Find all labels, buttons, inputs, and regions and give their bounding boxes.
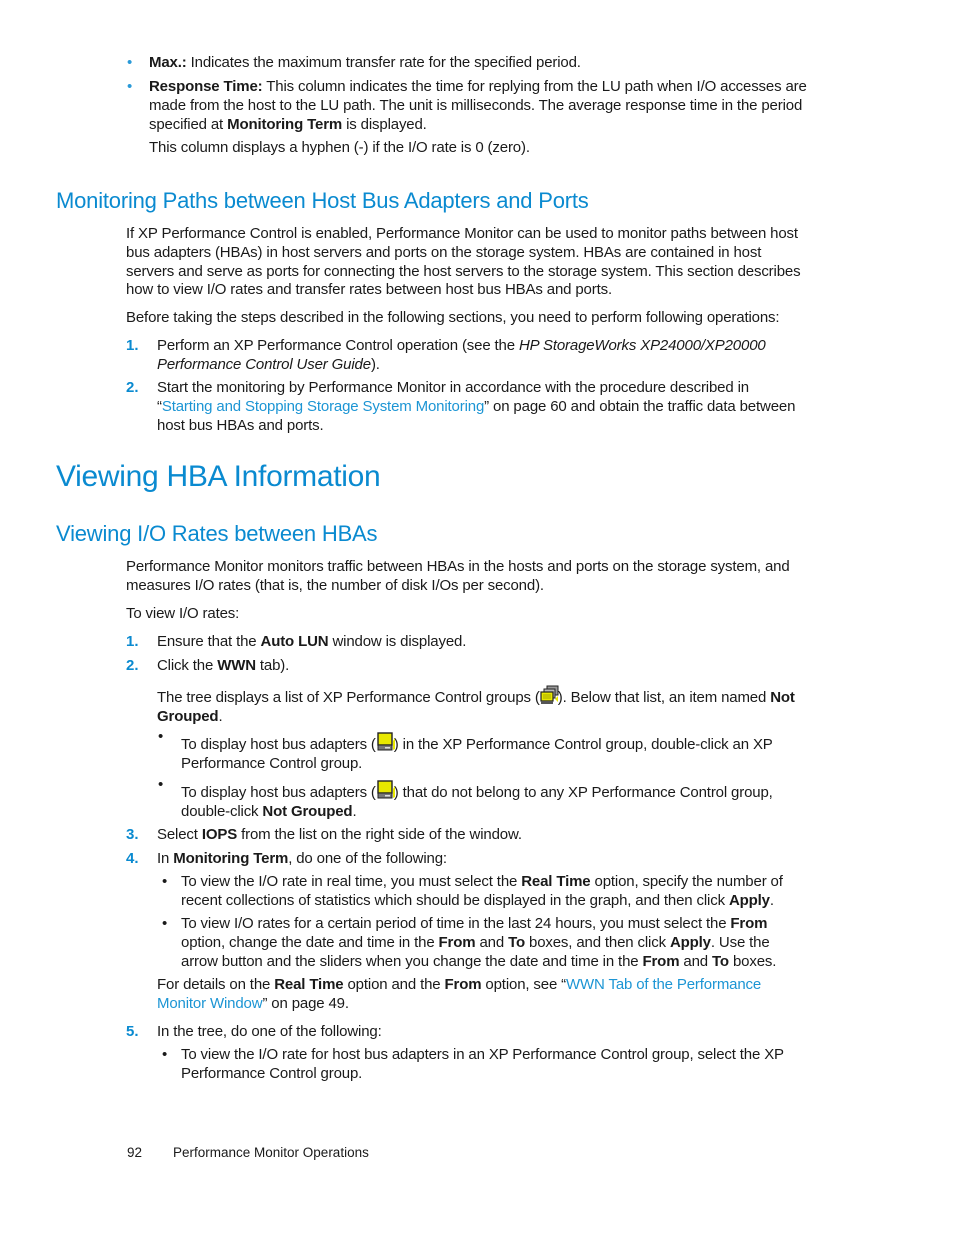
step-number: 3. [126,826,139,843]
monitoring-step-2: Start the monitoring by Performance Moni… [157,379,796,434]
io-step-4-bullet-from: To view I/O rates for a certain period o… [181,915,777,970]
chapter-heading: Viewing HBA Information [56,460,381,493]
section-heading-monitoring-paths: Monitoring Paths between Host Bus Adapte… [56,188,589,213]
response-time-note: This column displays a hyphen (-) if the… [149,139,530,156]
io-step-5: In the tree, do one of the following: [157,1023,382,1040]
bullet-icon: • [162,1046,168,1063]
bullet-icon: • [127,54,133,71]
step-number: 4. [126,850,139,867]
bullet-response-time: Response Time: This column indicates the… [149,78,807,133]
io-step-2: Click the WWN tab). [157,657,290,674]
io-step-4-details: For details on the Real Time option and … [157,976,762,1012]
monitoring-intro-paragraph: If XP Performance Control is enabled, Pe… [126,225,801,299]
io-step-4: In Monitoring Term, do one of the follow… [157,850,447,867]
link-starting-stopping-monitoring[interactable]: Starting and Stopping Storage System Mon… [162,398,484,415]
io-step-1: Ensure that the Auto LUN window is displ… [157,633,467,650]
host-bus-adapter-icon [376,732,395,751]
step-number: 1. [126,633,139,650]
io-step-3: Select IOPS from the list on the right s… [157,826,522,843]
section-heading-io-rates: Viewing I/O Rates between HBAs [56,521,378,546]
io-step-2-bullet-1: To display host bus adapters () in the X… [181,732,806,774]
page-number: 92 [127,1145,143,1160]
bullet-icon: • [162,915,168,932]
step-number: 2. [126,379,139,396]
host-bus-adapter-icon [376,780,395,799]
io-step-2-bullet-2: To display host bus adapters () that do … [181,780,806,822]
monitoring-before-paragraph: Before taking the steps described in the… [126,309,780,326]
bullet-max: Max.: Indicates the maximum transfer rat… [149,54,581,71]
io-step-4-bullet-realtime: To view the I/O rate in real time, you m… [181,873,783,909]
io-to-view-paragraph: To view I/O rates: [126,605,240,622]
bullet-icon: • [158,776,164,793]
bullet-icon: • [158,728,164,745]
footer-section-title: Performance Monitor Operations [173,1145,369,1160]
step-number: 5. [126,1023,139,1040]
step-number: 2. [126,657,139,674]
bullet-icon: • [127,78,133,95]
io-intro-paragraph: Performance Monitor monitors traffic bet… [126,558,790,594]
bullet-icon: • [162,873,168,890]
step-number: 1. [126,337,139,354]
monitoring-step-1: Perform an XP Performance Control operat… [157,337,766,373]
pfc-group-icon [540,685,559,704]
io-step-5-bullet-1: To view the I/O rate for host bus adapte… [181,1046,784,1082]
io-step-2-tree-description: The tree displays a list of XP Performan… [157,685,807,727]
